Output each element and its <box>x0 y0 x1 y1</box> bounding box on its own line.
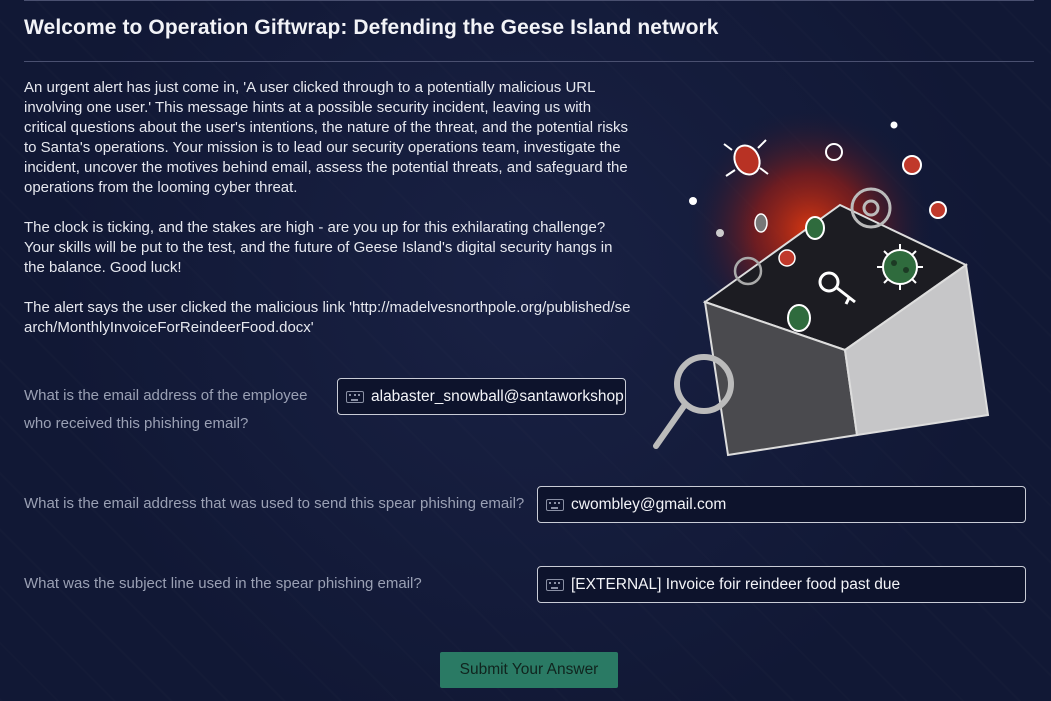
subject-line-field[interactable] <box>537 566 1026 603</box>
question-1-label: What is the email address of the employe… <box>24 387 308 432</box>
question-3-label: What was the subject line used in the sp… <box>24 575 422 592</box>
sender-email-field[interactable] <box>537 486 1026 523</box>
intro-paragraph-1: An urgent alert has just come in, 'A use… <box>24 79 629 196</box>
page-title: Welcome to Operation Giftwrap: Defending… <box>24 16 719 39</box>
submit-answer-button[interactable]: Submit Your Answer <box>440 652 618 688</box>
recipient-email-field[interactable] <box>337 378 626 415</box>
sender-email-input[interactable] <box>571 495 1025 514</box>
top-divider <box>24 0 1034 1</box>
keyboard-icon <box>346 390 364 403</box>
intro-paragraph-2: The clock is ticking, and the stakes are… <box>24 219 613 276</box>
question-2-label: What is the email address that was used … <box>24 495 525 512</box>
intro-text: An urgent alert has just come in, 'A use… <box>24 78 636 338</box>
phishing-envelope-illustration <box>653 110 990 457</box>
keyboard-icon <box>546 498 564 511</box>
keyboard-icon <box>546 578 564 591</box>
title-divider <box>24 61 1034 62</box>
subject-line-input[interactable] <box>571 575 1025 594</box>
recipient-email-input[interactable] <box>371 387 625 406</box>
intro-paragraph-3: The alert says the user clicked the mali… <box>24 299 631 336</box>
